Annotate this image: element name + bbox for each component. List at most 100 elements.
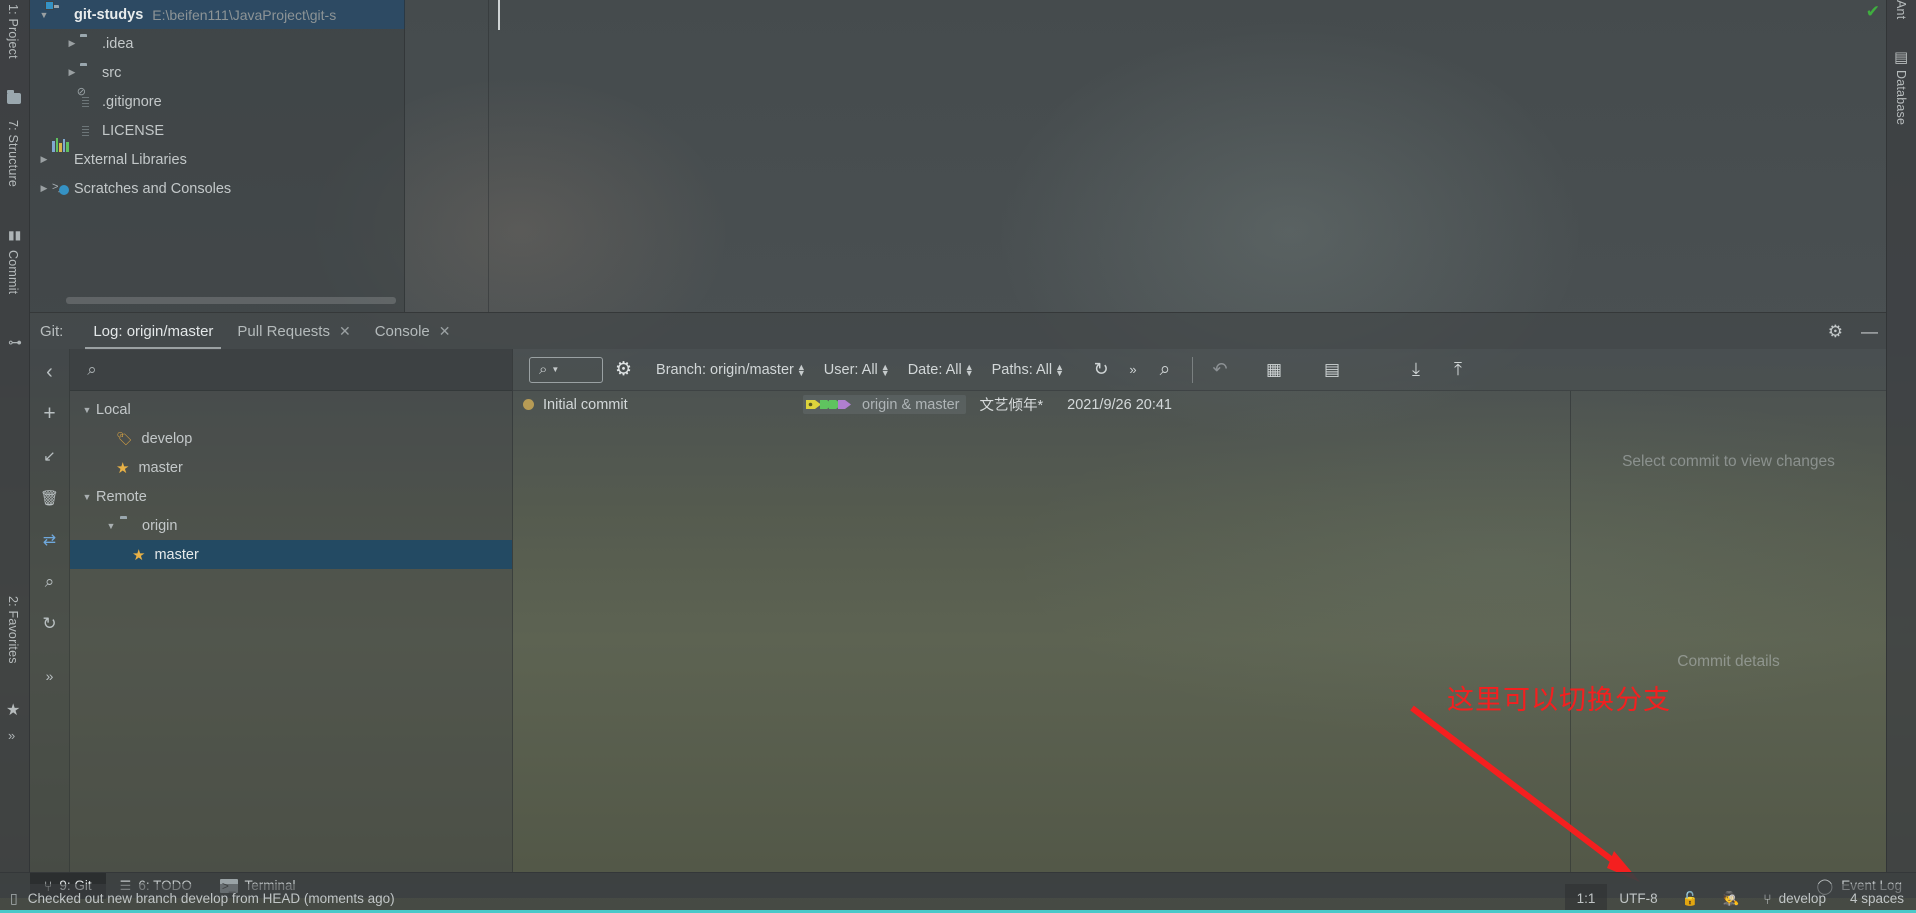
branch-item-origin-master[interactable]: ★ master xyxy=(70,540,512,569)
rail-item-database[interactable]: Database xyxy=(1894,70,1908,160)
branch-item-master[interactable]: ★ master xyxy=(70,453,512,482)
gear-icon[interactable]: ⚙ xyxy=(1828,322,1843,342)
folder-icon xyxy=(80,36,98,52)
minimize-icon[interactable]: — xyxy=(1861,322,1878,342)
collapse-left-icon[interactable]: ‹ xyxy=(37,359,63,385)
layout-grid-icon[interactable]: ▦ xyxy=(1259,360,1289,380)
commit-node-icon xyxy=(523,399,534,410)
collapse-all-icon[interactable]: ⤒ xyxy=(1443,359,1473,380)
branch-search-row: ⌕ xyxy=(70,349,512,391)
chevron-down-icon[interactable]: ▼ xyxy=(36,10,52,20)
tab-log[interactable]: Log: origin/master xyxy=(81,313,225,350)
tab-console[interactable]: Console ✕ xyxy=(363,313,463,350)
branch-widget[interactable]: ⑂ develop xyxy=(1751,884,1838,913)
panel-divider xyxy=(488,0,489,312)
project-icon xyxy=(7,90,23,105)
rail-item-commit[interactable]: Commit xyxy=(6,250,20,330)
caret-position-widget[interactable]: 1:1 xyxy=(1564,884,1608,913)
date-filter-label: Date: All xyxy=(907,361,962,378)
inspection-ok-icon[interactable]: ✔ xyxy=(1866,2,1880,22)
user-filter[interactable]: User: All ▲ ▼ xyxy=(816,362,898,378)
remote-label: origin xyxy=(142,517,178,534)
table-row[interactable]: Initial commit origin & master 文艺倾年* 202… xyxy=(513,391,1570,418)
rail-item-ant[interactable]: Ant xyxy=(1894,0,1908,36)
inspector-icon[interactable]: 🕵 xyxy=(1710,884,1751,913)
delete-icon[interactable]: 🗑 xyxy=(37,485,63,511)
lock-icon[interactable]: 🔓 xyxy=(1670,884,1711,913)
git-side-toolbar: ‹ + ↙ 🗑 ⇄ ⌕ ↻ » xyxy=(30,349,70,872)
close-icon[interactable]: ✕ xyxy=(439,323,451,340)
search-log-icon[interactable]: ⌕ xyxy=(1150,359,1180,381)
rail-item-favorites[interactable]: 2: Favorites xyxy=(6,596,20,696)
gitignore-file-icon xyxy=(80,94,98,110)
refresh-side-icon[interactable]: ↻ xyxy=(37,611,63,637)
chevron-down-icon[interactable]: ▼ xyxy=(78,492,96,502)
add-icon[interactable]: + xyxy=(37,401,63,427)
chevron-down-icon[interactable]: ▼ xyxy=(102,521,120,531)
branch-label: master xyxy=(138,459,183,476)
tree-row[interactable]: ▶ >_ Scratches and Consoles xyxy=(30,174,405,203)
chevron-right-icon[interactable]: ▶ xyxy=(64,38,80,49)
search-icon: ⌕ xyxy=(87,359,97,379)
branch-filter[interactable]: Branch: origin/master ▲ ▼ xyxy=(648,362,814,378)
log-content: Initial commit origin & master 文艺倾年* 202… xyxy=(513,391,1886,872)
rail-more-icon[interactable]: » xyxy=(8,728,15,743)
branch-item-develop[interactable]: 🏷 develop xyxy=(70,424,512,453)
encoding-widget[interactable]: UTF-8 xyxy=(1607,884,1669,913)
ide-window: 1: Project 7: Structure ▮▮ Commit ⊶ 2: F… xyxy=(0,0,1916,913)
caret-position-label: 1:1 xyxy=(1576,891,1596,906)
git-body: ‹ + ↙ 🗑 ⇄ ⌕ ↻ » ⌕ ▼ Local 🏷 develop ★ ma… xyxy=(30,349,1886,872)
libraries-icon xyxy=(52,137,70,168)
merge-icon[interactable]: ⇄ xyxy=(37,527,63,553)
tree-row[interactable]: ▶ .gitignore xyxy=(30,87,405,116)
gear-icon[interactable]: ⚙ xyxy=(611,358,646,381)
project-tool-window: ▼ git-studys E:\beifen111\JavaProject\gi… xyxy=(30,0,405,312)
ref-labels[interactable]: origin & master xyxy=(803,395,966,414)
status-message-area[interactable]: ▯ Checked out new branch develop from HE… xyxy=(0,890,395,907)
chevron-updown-icon: ▲ ▼ xyxy=(1055,361,1064,378)
rail-item-structure[interactable]: 7: Structure xyxy=(6,120,20,224)
tab-pull-requests[interactable]: Pull Requests ✕ xyxy=(225,313,362,350)
tree-row[interactable]: ▶ LICENSE xyxy=(30,116,405,145)
expand-chevrons-icon[interactable]: » xyxy=(1118,362,1148,377)
chevron-right-icon[interactable]: ▶ xyxy=(36,183,52,194)
tag-icon: 🏷 xyxy=(116,430,133,446)
chevron-updown-icon: ▲ ▼ xyxy=(964,361,974,378)
paths-filter[interactable]: Paths: All ▲ ▼ xyxy=(984,362,1072,378)
user-filter-label: User: All xyxy=(823,361,878,378)
search-side-icon[interactable]: ⌕ xyxy=(37,569,63,595)
project-rail-label: 1: Project xyxy=(6,4,20,59)
indent-widget[interactable]: 4 spaces xyxy=(1838,884,1916,913)
tree-row[interactable]: ▶ src xyxy=(30,58,405,87)
refresh-icon[interactable]: ↻ xyxy=(1086,359,1116,380)
project-horizontal-scrollbar[interactable] xyxy=(66,297,396,304)
tab-console-label: Console xyxy=(374,322,430,340)
tree-row[interactable]: ▶ External Libraries xyxy=(30,137,405,174)
branch-search-input[interactable] xyxy=(114,361,512,378)
branch-remote-origin[interactable]: ▼ origin xyxy=(70,511,512,540)
date-filter[interactable]: Date: All ▲ ▼ xyxy=(900,362,982,378)
commit-icon: ⊶ xyxy=(8,334,22,350)
file-icon xyxy=(80,123,98,139)
tree-row[interactable]: ▶ .idea xyxy=(30,29,405,58)
chevron-right-icon[interactable]: ▶ xyxy=(36,154,52,165)
chevron-down-icon[interactable]: ▼ xyxy=(78,405,96,415)
rail-item-project[interactable]: 1: Project xyxy=(6,4,20,90)
branch-group-local[interactable]: ▼ Local xyxy=(70,395,512,424)
branch-group-remote[interactable]: ▼ Remote xyxy=(70,482,512,511)
close-icon[interactable]: ✕ xyxy=(339,323,351,340)
more-side-icon[interactable]: » xyxy=(37,663,63,689)
chevron-right-icon[interactable]: ▶ xyxy=(64,67,80,78)
indent-label: 4 spaces xyxy=(1849,891,1904,906)
expand-all-icon[interactable]: ⤓ xyxy=(1401,359,1431,380)
layout-rows-icon[interactable]: ▤ xyxy=(1317,360,1347,380)
checkout-icon[interactable]: ↙ xyxy=(37,443,63,469)
tree-row-root[interactable]: ▼ git-studys E:\beifen111\JavaProject\gi… xyxy=(30,0,405,29)
branch-filter-label: Branch: origin/master xyxy=(656,361,794,378)
tree-item-label: .gitignore xyxy=(102,93,162,110)
structure-rail-label: 7: Structure xyxy=(6,120,20,188)
ref-labels-text: origin & master xyxy=(862,396,960,413)
search-everywhere-field[interactable]: ⌕ ▼ xyxy=(529,356,603,383)
commit-author: 文艺倾年* xyxy=(979,398,1044,414)
log-filter-toolbar: ⌕ ▼ ⚙ Branch: origin/master ▲ ▼ User: All… xyxy=(513,349,1886,391)
